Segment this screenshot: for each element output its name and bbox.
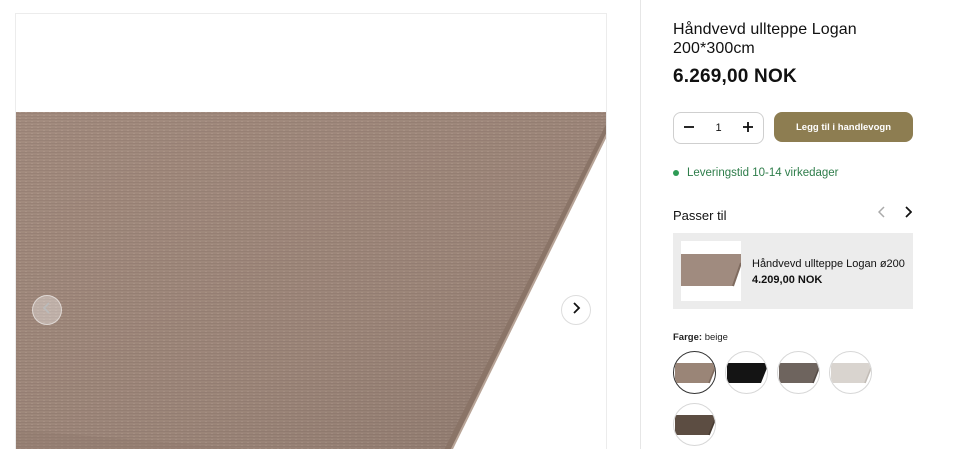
- add-to-cart-button[interactable]: Legg til i handlevogn: [774, 112, 913, 142]
- quantity-input[interactable]: [703, 122, 734, 134]
- panel-divider: [640, 0, 641, 449]
- color-swatch-light-grey[interactable]: [829, 351, 872, 394]
- chevron-right-icon: [571, 301, 581, 319]
- gallery-next-button[interactable]: [561, 295, 591, 325]
- quantity-increase-button[interactable]: [741, 121, 755, 135]
- quantity-stepper: [673, 112, 764, 144]
- plus-icon: [743, 119, 753, 137]
- product-price: 6.269,00 NOK: [673, 66, 797, 87]
- related-prev-button[interactable]: [875, 205, 889, 223]
- color-swatch-dark-grey[interactable]: [777, 351, 820, 394]
- related-next-button[interactable]: [901, 205, 915, 223]
- color-label: Farge: beige: [673, 332, 728, 343]
- chevron-right-icon: [904, 205, 913, 223]
- related-product-name: Håndvevd ullteppe Logan ø200: [752, 257, 905, 270]
- chevron-left-icon: [42, 301, 52, 319]
- quantity-decrease-button[interactable]: [682, 121, 696, 135]
- delivery-text: Leveringstid 10-14 virkedager: [687, 167, 839, 179]
- product-image-gallery: [15, 13, 607, 449]
- status-dot-icon: [673, 170, 679, 176]
- color-swatch-brown[interactable]: [673, 403, 716, 446]
- gallery-prev-button[interactable]: [32, 295, 62, 325]
- color-selected-value: beige: [704, 332, 728, 343]
- related-product-price: 4.209,00 NOK: [752, 273, 823, 286]
- related-product-card[interactable]: Håndvevd ullteppe Logan ø200 4.209,00 NO…: [673, 233, 913, 309]
- color-label-title: Farge:: [673, 332, 703, 343]
- color-swatch-black[interactable]: [725, 351, 768, 394]
- color-swatch-beige[interactable]: [673, 351, 716, 394]
- product-image: [16, 112, 606, 449]
- chevron-left-icon: [877, 205, 886, 223]
- delivery-status: Leveringstid 10-14 virkedager: [673, 167, 839, 179]
- related-heading: Passer til: [673, 208, 727, 223]
- product-title: Håndvevd ullteppe Logan 200*300cm: [673, 21, 857, 57]
- minus-icon: [684, 119, 694, 137]
- related-product-image: [681, 241, 741, 301]
